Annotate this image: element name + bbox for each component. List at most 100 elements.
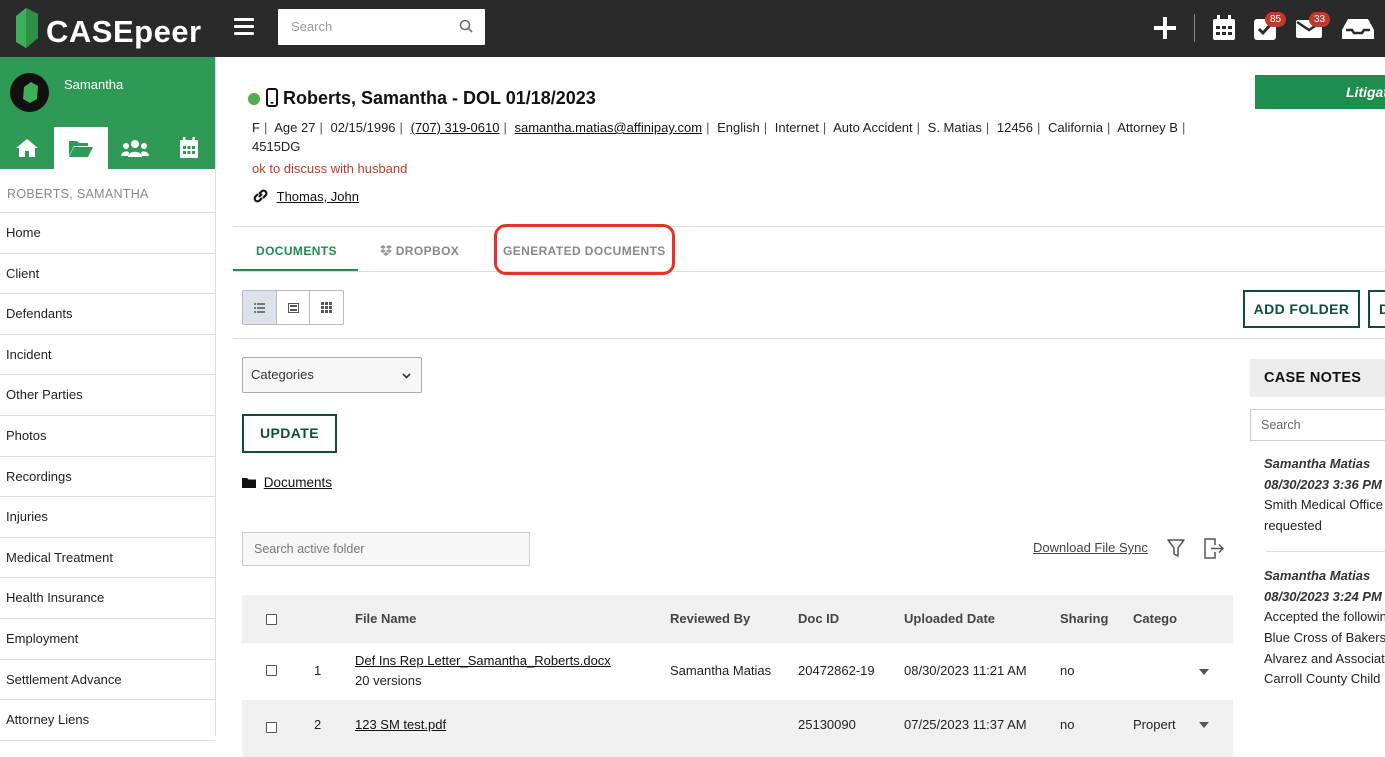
email-link[interactable]: samantha.matias@affinipay.com [514, 120, 702, 135]
table-row[interactable]: 1 Def Ins Rep Letter_Samantha_Roberts.do… [242, 643, 1233, 700]
avatar[interactable] [10, 73, 49, 112]
tasks-button[interactable]: 85 [1253, 12, 1287, 41]
inbox-icon[interactable] [1341, 17, 1375, 41]
list-view-button[interactable] [243, 291, 277, 324]
note-author: Samantha Matias [1264, 456, 1371, 471]
view-mode-toggle [242, 290, 344, 325]
topbar-divider [1194, 14, 1195, 42]
tab-dropbox[interactable]: DROPBOX [380, 233, 459, 271]
tab-documents[interactable]: DOCUMENTS [233, 233, 358, 271]
sidebar-item-medical-treatment[interactable]: Medical Treatment [0, 538, 215, 579]
export-icon[interactable] [1203, 538, 1225, 559]
secondary-action-button[interactable]: D [1368, 290, 1385, 328]
case-notes-title: CASE NOTES [1250, 359, 1385, 397]
categories-select[interactable]: Categories [242, 357, 422, 393]
case-stage-button[interactable]: Litigation [1255, 75, 1385, 109]
folder-search-input[interactable] [243, 533, 529, 565]
meta-case-type: Auto Accident [833, 120, 913, 135]
folder-open-icon [69, 141, 93, 157]
categories-label: Categories [251, 367, 314, 382]
sidebar-item-defendants[interactable]: Defendants [0, 294, 215, 335]
sidebar-item-attorney-liens[interactable]: Attorney Liens [0, 700, 215, 741]
sidebar-item-home[interactable]: Home [0, 213, 215, 254]
detail-view-button[interactable] [277, 291, 311, 324]
link-icon [253, 189, 268, 203]
top-bar: CASEpeer 85 33 [0, 0, 1385, 57]
sidebar-item-client[interactable]: Client [0, 254, 215, 295]
mobile-phone-icon [266, 88, 278, 107]
case-note[interactable]: Samantha Matias 08/30/2023 3:36 PM Smith… [1250, 454, 1385, 537]
grid-view-icon [321, 302, 333, 313]
note-time: 08/30/2023 3:36 PM [1264, 476, 1382, 492]
row-menu-caret-icon[interactable] [1199, 669, 1209, 675]
row-number: 2 [314, 717, 322, 732]
uploaded-date: 08/30/2023 11:21 AM [904, 663, 1027, 678]
download-file-sync-link[interactable]: Download File Sync [1033, 540, 1148, 555]
case-sidebar: Samantha ROBERTS, SAMANTHA Home Client D… [0, 57, 216, 741]
sidebar-item-settlement-advance[interactable]: Settlement Advance [0, 660, 215, 701]
header-doc-id[interactable]: Doc ID [798, 611, 839, 626]
sidebar-item-recordings[interactable]: Recordings [0, 457, 215, 498]
row-menu-caret-icon[interactable] [1199, 722, 1209, 728]
sidebar-header: Samantha [0, 57, 215, 169]
search-icon[interactable] [459, 19, 473, 33]
note-author: Samantha Matias [1264, 567, 1371, 583]
sidebar-case-name: ROBERTS, SAMANTHA [0, 169, 215, 213]
file-versions[interactable]: 20 versions [355, 673, 421, 688]
sidebar-item-injuries[interactable]: Injuries [0, 497, 215, 538]
meta-gender: F [252, 120, 260, 135]
home-icon [16, 139, 38, 157]
header-sharing[interactable]: Sharing [1060, 611, 1108, 626]
table-header: File Name Reviewed By Doc ID Uploaded Da… [242, 595, 1233, 643]
sidebar-contacts-tab[interactable] [108, 127, 162, 169]
plus-icon[interactable] [1153, 16, 1177, 40]
filter-icon[interactable] [1167, 539, 1185, 558]
category: Propert [1133, 717, 1176, 732]
user-name: Samantha [64, 77, 124, 92]
case-note[interactable]: Samantha Matias 08/30/2023 3:24 PM Accep… [1250, 566, 1385, 690]
linked-contact-link[interactable]: Thomas, John [277, 189, 359, 204]
sidebar-item-photos[interactable]: Photos [0, 416, 215, 457]
calendar-icon[interactable] [1212, 15, 1236, 41]
sidebar-documents-tab[interactable] [54, 127, 108, 169]
header-uploaded-date[interactable]: Uploaded Date [904, 611, 995, 626]
dropbox-icon [380, 245, 392, 256]
add-folder-button[interactable]: ADD FOLDER [1243, 290, 1360, 328]
sidebar-item-health-insurance[interactable]: Health Insurance [0, 578, 215, 619]
brand-name: CASEpeer [46, 14, 202, 49]
meta-state: California [1048, 120, 1103, 135]
header-file-name[interactable]: File Name [355, 611, 416, 626]
breadcrumb-documents-link[interactable]: Documents [264, 475, 332, 490]
casepeer-logo[interactable]: CASEpeer [10, 8, 202, 49]
sidebar-home-tab[interactable] [0, 127, 54, 169]
row-checkbox[interactable] [266, 722, 277, 733]
phone-link[interactable]: (707) 319-0610 [411, 120, 500, 135]
sidebar-item-other-parties[interactable]: Other Parties [0, 375, 215, 416]
mail-button[interactable]: 33 [1295, 12, 1331, 41]
row-checkbox[interactable] [266, 665, 277, 676]
meta-dob: 02/15/1996 [330, 120, 396, 135]
menu-icon[interactable] [234, 18, 254, 36]
note-line: Blue Cross of Bakersfield [1264, 629, 1385, 645]
table-row[interactable]: 2 123 SM test.pdf 25130090 07/25/2023 11… [242, 700, 1233, 757]
grid-view-button[interactable] [310, 291, 343, 324]
header-reviewed-by[interactable]: Reviewed By [670, 611, 750, 626]
file-link[interactable]: 123 SM test.pdf [355, 717, 446, 732]
row-number: 1 [314, 663, 322, 678]
update-button[interactable]: UPDATE [242, 414, 337, 453]
header-category[interactable]: Catego [1133, 611, 1177, 626]
select-all-checkbox[interactable] [266, 614, 277, 625]
divider [233, 338, 1385, 339]
client-note: ok to discuss with husband [252, 161, 408, 176]
sidebar-calendar-tab[interactable] [162, 127, 216, 169]
case-notes-search-input[interactable] [1251, 410, 1385, 440]
reviewed-by: Samantha Matias [670, 663, 772, 678]
logo-mark-icon [16, 8, 38, 48]
sidebar-item-incident[interactable]: Incident [0, 335, 215, 376]
meta-staff: S. Matias [927, 120, 982, 135]
global-search-input[interactable] [278, 9, 448, 43]
note-line: requested [1264, 518, 1322, 534]
documents-table: File Name Reviewed By Doc ID Uploaded Da… [242, 595, 1233, 757]
file-link[interactable]: Def Ins Rep Letter_Samantha_Roberts.docx [355, 653, 611, 668]
sidebar-item-employment[interactable]: Employment [0, 619, 215, 660]
